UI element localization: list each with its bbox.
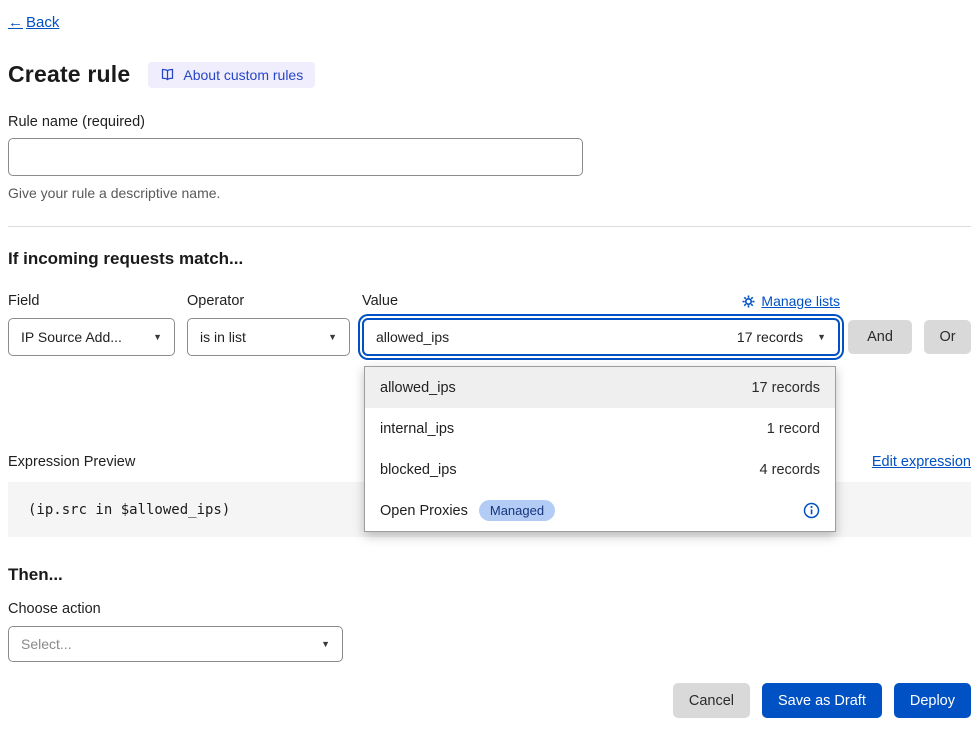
action-select-placeholder: Select... <box>21 636 72 652</box>
value-select-wrap: allowed_ips 17 records ▼ allowed_ips 17 … <box>362 318 840 356</box>
chevron-down-icon: ▼ <box>321 640 330 649</box>
book-icon <box>160 67 175 82</box>
info-icon[interactable] <box>803 502 820 519</box>
option-left: Open Proxies Managed <box>380 500 555 522</box>
create-rule-page: ← Back Create rule About custom rules Ru… <box>0 0 979 718</box>
field-select[interactable]: IP Source Add... ▼ <box>8 318 175 356</box>
expression-code-text: (ip.src in $allowed_ips) <box>28 502 230 518</box>
rule-name-input[interactable] <box>8 138 583 176</box>
dropdown-option-blocked-ips[interactable]: blocked_ips 4 records <box>365 449 835 490</box>
operator-select-value: is in list <box>200 329 246 345</box>
option-record-count: 4 records <box>760 462 820 478</box>
then-section-heading: Then... <box>8 565 971 585</box>
about-custom-rules-label: About custom rules <box>183 67 303 83</box>
deploy-button[interactable]: Deploy <box>894 683 971 718</box>
dropdown-option-allowed-ips[interactable]: allowed_ips 17 records <box>365 367 835 408</box>
title-row: Create rule About custom rules <box>8 61 971 88</box>
field-label: Field <box>8 293 175 309</box>
footer-actions: Cancel Save as Draft Deploy <box>8 683 971 718</box>
option-record-count: 17 records <box>751 380 820 396</box>
value-select[interactable]: allowed_ips 17 records ▼ <box>362 318 840 356</box>
value-select-right: 17 records ▼ <box>737 329 826 345</box>
option-name: Open Proxies <box>380 503 468 519</box>
value-label: Value <box>362 293 398 309</box>
option-record-count: 1 record <box>767 421 820 437</box>
option-name: internal_ips <box>380 421 454 437</box>
match-labels-row: Field Operator Value Manage lists <box>8 293 971 309</box>
back-link[interactable]: ← Back <box>8 14 59 31</box>
option-name: allowed_ips <box>380 380 456 396</box>
dropdown-option-internal-ips[interactable]: internal_ips 1 record <box>365 408 835 449</box>
chevron-down-icon: ▼ <box>328 333 337 342</box>
rule-name-help: Give your rule a descriptive name. <box>8 185 971 201</box>
choose-action-label: Choose action <box>8 601 971 617</box>
or-button[interactable]: Or <box>924 320 971 354</box>
value-dropdown-menu: allowed_ips 17 records internal_ips 1 re… <box>364 366 836 532</box>
about-custom-rules-link[interactable]: About custom rules <box>148 62 315 88</box>
option-name: blocked_ips <box>380 462 457 478</box>
section-divider <box>8 226 971 227</box>
value-records-count: 17 records <box>737 329 803 345</box>
operator-select[interactable]: is in list ▼ <box>187 318 350 356</box>
rule-name-group: Rule name (required) Give your rule a de… <box>8 114 971 201</box>
edit-expression-link[interactable]: Edit expression <box>872 454 971 470</box>
operator-label: Operator <box>187 293 350 309</box>
manage-lists-link[interactable]: Manage lists <box>742 293 840 309</box>
match-controls-row: IP Source Add... ▼ is in list ▼ allowed_… <box>8 318 971 356</box>
expression-preview-label: Expression Preview <box>8 454 135 470</box>
gear-icon <box>742 295 755 308</box>
dropdown-option-open-proxies[interactable]: Open Proxies Managed <box>365 490 835 531</box>
action-select[interactable]: Select... ▼ <box>8 626 343 662</box>
managed-badge: Managed <box>479 500 555 522</box>
manage-lists-label: Manage lists <box>761 293 840 309</box>
field-select-value: IP Source Add... <box>21 329 122 345</box>
match-section-heading: If incoming requests match... <box>8 249 971 269</box>
chevron-down-icon: ▼ <box>817 333 826 342</box>
page-title: Create rule <box>8 61 130 88</box>
save-as-draft-button[interactable]: Save as Draft <box>762 683 882 718</box>
back-arrow-icon: ← <box>8 14 23 31</box>
value-label-row: Value Manage lists <box>362 293 840 309</box>
rule-name-label: Rule name (required) <box>8 114 971 130</box>
cancel-button[interactable]: Cancel <box>673 683 750 718</box>
chevron-down-icon: ▼ <box>153 333 162 342</box>
value-select-value: allowed_ips <box>376 329 449 345</box>
and-button[interactable]: And <box>848 320 912 354</box>
back-label: Back <box>26 14 59 31</box>
